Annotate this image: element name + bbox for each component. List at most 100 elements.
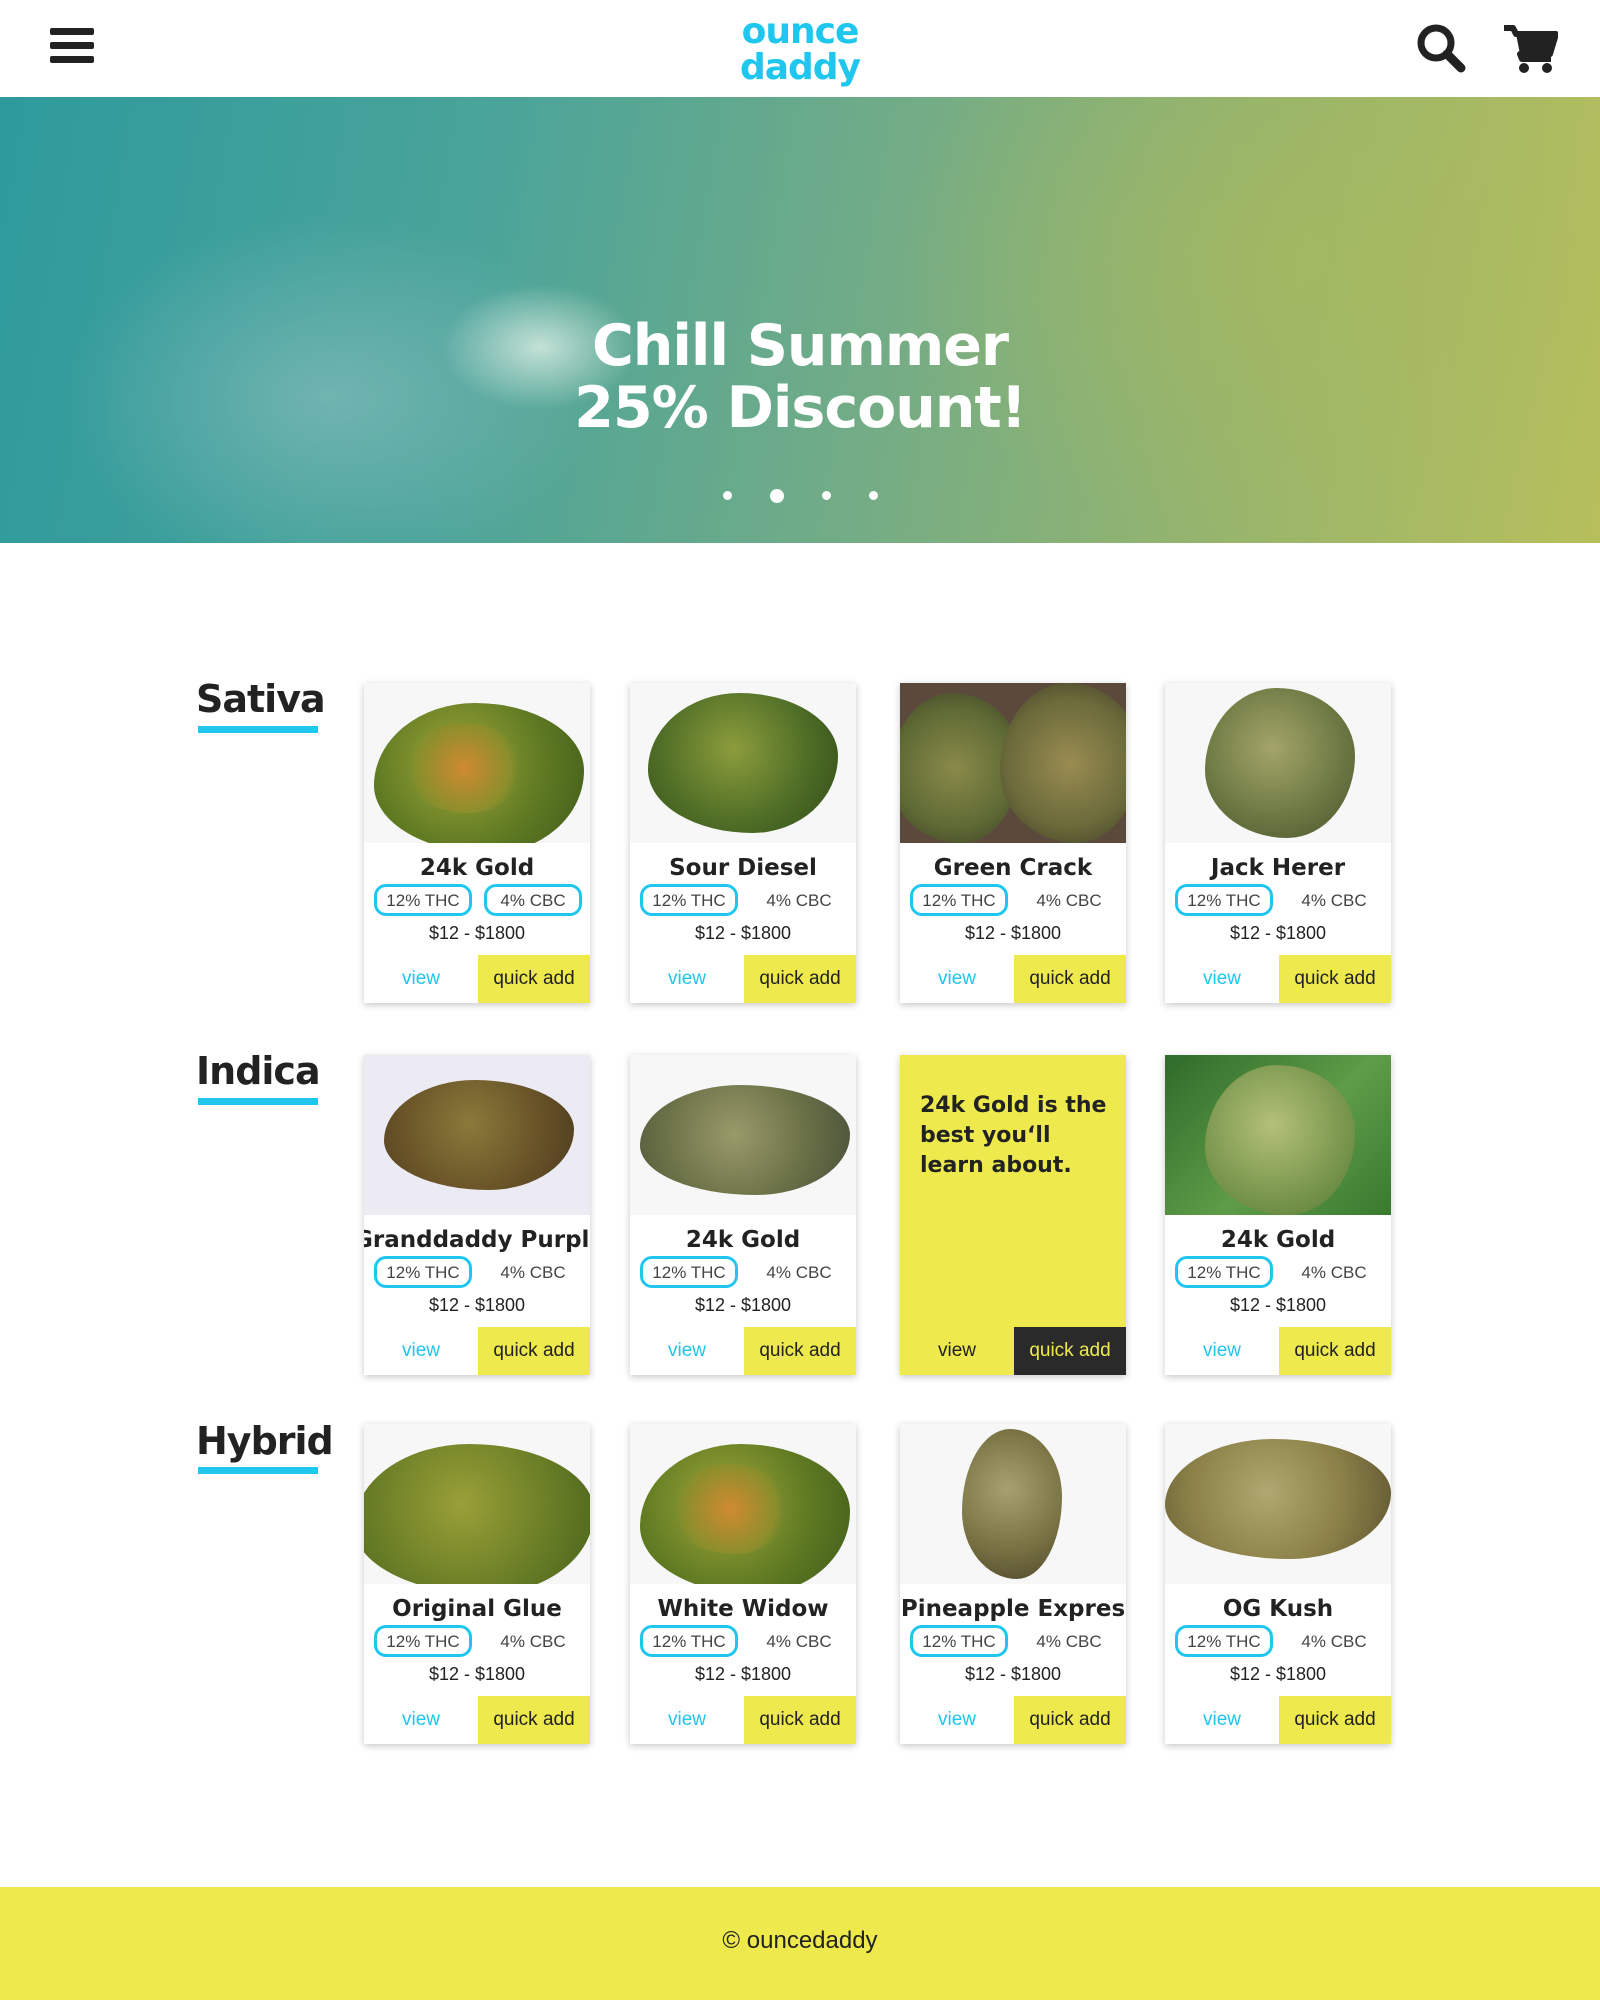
price-range: $12 - $1800 [694,1295,792,1315]
view-button[interactable]: view [364,1696,478,1744]
product-card[interactable]: Sour Diesel 12% THC 4% CBC $12 - $1800 v… [630,683,856,1003]
thc-badge: 12% THC [910,884,1008,916]
quick-add-button[interactable]: quick add [1279,1696,1391,1744]
cbc-badge: 4% CBC [1301,891,1367,910]
category-title-sativa: Sativa [196,677,326,721]
product-card[interactable]: Jack Herer 12% THC 4% CBC $12 - $1800 vi… [1165,683,1391,1003]
promo-card[interactable]: 24k Gold is the best you‘ll learn about.… [900,1055,1126,1375]
search-icon[interactable] [1413,20,1469,76]
quick-add-button[interactable]: quick add [744,1327,856,1375]
site-logo[interactable]: ounce daddy [700,14,900,86]
category-underline [198,726,318,733]
product-card[interactable]: Original Glue 12% THC 4% CBC $12 - $1800… [364,1424,590,1744]
thc-badge: 12% THC [1175,884,1273,916]
product-name: 24k Gold [1220,1227,1336,1253]
thc-badge: 12% THC [374,1625,472,1657]
view-button[interactable]: view [900,1696,1014,1744]
product-name: Green Crack [933,855,1093,881]
price-range: $12 - $1800 [694,923,792,943]
product-image[interactable] [364,1055,590,1215]
carousel-dot-4[interactable] [868,491,878,501]
cbc-badge: 4% CBC [484,884,582,916]
product-image[interactable] [1165,683,1391,843]
thc-badge: 12% THC [1175,1256,1273,1288]
product-card[interactable]: OG Kush 12% THC 4% CBC $12 - $1800 view … [1165,1424,1391,1744]
hamburger-menu-icon[interactable] [50,28,94,66]
promo-text: 24k Gold is the best you‘ll learn about. [920,1093,1107,1178]
footer-copyright: © ouncedaddy [722,1927,878,1954]
quick-add-button[interactable]: quick add [1014,955,1126,1003]
product-image[interactable] [630,683,856,843]
cbc-badge: 4% CBC [1036,1632,1102,1651]
quick-add-button[interactable]: quick add [478,955,590,1003]
quick-add-button[interactable]: quick add [1014,1696,1126,1744]
view-button[interactable]: view [630,955,744,1003]
product-card[interactable]: Granddaddy Purple 12% THC 4% CBC $12 - $… [364,1055,590,1375]
hero-banner[interactable]: Chill Summer 25% Discount! [0,97,1600,543]
product-card[interactable]: 24k Gold 12% THC 4% CBC $12 - $1800 view… [1165,1055,1391,1375]
quick-add-button[interactable]: quick add [1014,1327,1126,1375]
category-underline [198,1467,318,1474]
price-range: $12 - $1800 [694,1664,792,1684]
product-image[interactable] [900,683,1126,843]
view-button[interactable]: view [364,955,478,1003]
carousel-dot-2[interactable] [769,488,784,503]
category-title-indica: Indica [196,1049,321,1093]
product-image[interactable] [630,1055,856,1215]
product-card[interactable]: White Widow 12% THC 4% CBC $12 - $1800 v… [630,1424,856,1744]
quick-add-button[interactable]: quick add [1279,1327,1391,1375]
product-image[interactable] [900,1424,1126,1584]
product-name: 24k Gold [419,855,535,881]
cbc-badge: 4% CBC [500,1632,566,1651]
thc-badge: 12% THC [1175,1625,1273,1657]
product-image[interactable] [1165,1055,1391,1215]
cbc-badge: 4% CBC [1301,1263,1367,1282]
view-button[interactable]: view [364,1327,478,1375]
view-button[interactable]: view [630,1696,744,1744]
thc-badge: 12% THC [640,1625,738,1657]
cbc-badge: 4% CBC [1301,1632,1367,1651]
product-card[interactable]: Green Crack 12% THC 4% CBC $12 - $1800 v… [900,683,1126,1003]
category-underline [198,1098,318,1105]
product-name: Jack Herer [1210,855,1346,881]
price-range: $12 - $1800 [964,1664,1062,1684]
view-button[interactable]: view [900,1327,1014,1375]
view-button[interactable]: view [1165,1696,1279,1744]
site-footer: © ouncedaddy [0,1887,1600,2000]
cbc-badge: 4% CBC [766,1263,832,1282]
quick-add-button[interactable]: quick add [744,955,856,1003]
price-range: $12 - $1800 [428,1295,526,1315]
product-name: Granddaddy Purple [364,1227,590,1253]
price-range: $12 - $1800 [1229,1664,1327,1684]
product-name: White Widow [657,1596,829,1622]
thc-badge: 12% THC [640,1256,738,1288]
quick-add-button[interactable]: quick add [744,1696,856,1744]
price-range: $12 - $1800 [1229,923,1327,943]
site-header: ounce daddy [0,0,1600,97]
view-button[interactable]: view [900,955,1014,1003]
carousel-dot-3[interactable] [821,491,831,501]
product-name: Original Glue [392,1596,562,1622]
view-button[interactable]: view [1165,955,1279,1003]
product-image[interactable] [364,1424,590,1584]
product-name: Pineapple Expres [900,1596,1126,1622]
view-button[interactable]: view [1165,1327,1279,1375]
cbc-badge: 4% CBC [766,891,832,910]
price-range: $12 - $1800 [964,923,1062,943]
product-image[interactable] [1165,1424,1391,1584]
product-card[interactable]: Pineapple Expres 12% THC 4% CBC $12 - $1… [900,1424,1126,1744]
quick-add-button[interactable]: quick add [478,1327,590,1375]
price-range: $12 - $1800 [428,923,526,943]
carousel-dot-1[interactable] [722,491,732,501]
product-card[interactable]: 24k Gold 12% THC 4% CBC $12 - $1800 view… [364,683,590,1003]
product-image[interactable] [364,683,590,843]
quick-add-button[interactable]: quick add [1279,955,1391,1003]
view-button[interactable]: view [630,1327,744,1375]
shopping-cart-icon[interactable] [1502,20,1559,76]
hero-title: Chill Summer 25% Discount! [0,315,1600,439]
thc-badge: 12% THC [640,884,738,916]
product-image[interactable] [630,1424,856,1584]
quick-add-button[interactable]: quick add [478,1696,590,1744]
product-card[interactable]: 24k Gold 12% THC 4% CBC $12 - $1800 view… [630,1055,856,1375]
price-range: $12 - $1800 [1229,1295,1327,1315]
